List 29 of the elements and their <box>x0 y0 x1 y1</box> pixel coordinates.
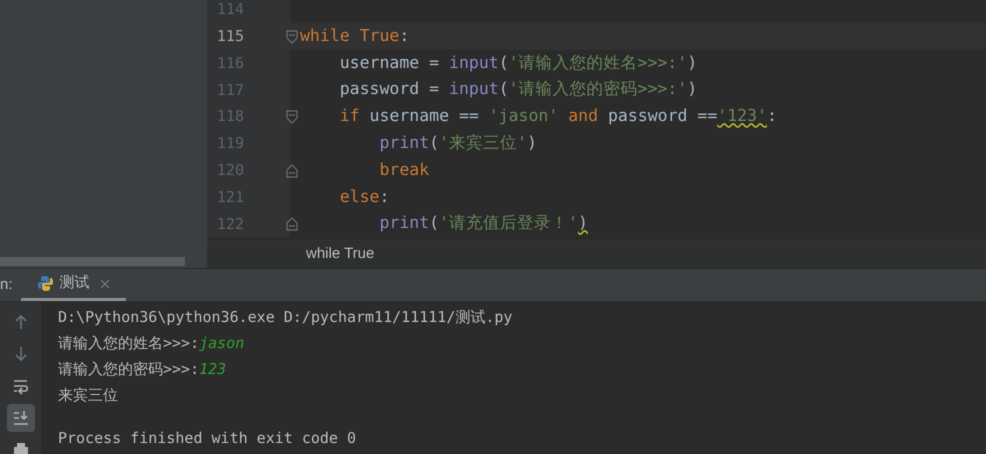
code-line: if username == 'jason' and password =='123': <box>338 105 777 128</box>
fold-icon[interactable] <box>286 30 298 44</box>
code-line: else: <box>338 186 390 208</box>
code-line: username = input('请输入您的姓名>>>:') <box>338 52 698 74</box>
wrap-icon <box>12 377 30 395</box>
console-line: Process finished with exit code 0 <box>58 428 356 449</box>
code-line: password = input('请输入您的密码>>>:') <box>338 78 698 100</box>
fold-end-icon[interactable] <box>286 164 298 178</box>
panel-label: n: <box>0 274 13 295</box>
printer-icon <box>12 441 30 454</box>
code-line: print('来宾三位') <box>378 132 537 154</box>
code-line: while True: <box>300 24 410 47</box>
console-line: 请输入您的姓名>>>:jason <box>58 332 244 354</box>
python-icon <box>36 275 54 292</box>
code-line: print('请充值后登录！') <box>378 212 588 234</box>
tab-label: 测试 <box>60 273 90 294</box>
line-number: 115 <box>216 26 244 47</box>
fold-icon[interactable] <box>286 110 298 124</box>
scroll-to-end-icon <box>12 409 30 427</box>
run-tab[interactable]: 测试 <box>20 269 126 301</box>
console-line: D:\Python36\python36.exe D:/pycharm11/11111/测试.py <box>58 306 512 328</box>
console-line: 请输入您的密码>>>:123 <box>58 358 226 380</box>
code-line: break <box>378 158 430 181</box>
fold-end-icon[interactable] <box>286 217 298 232</box>
console-line: 来宾三位 <box>58 384 118 406</box>
close-icon[interactable] <box>100 278 110 288</box>
breadcrumb[interactable]: while True <box>306 243 374 266</box>
scroll-to-end-button[interactable] <box>6 404 34 432</box>
scrollbar[interactable] <box>0 257 185 266</box>
